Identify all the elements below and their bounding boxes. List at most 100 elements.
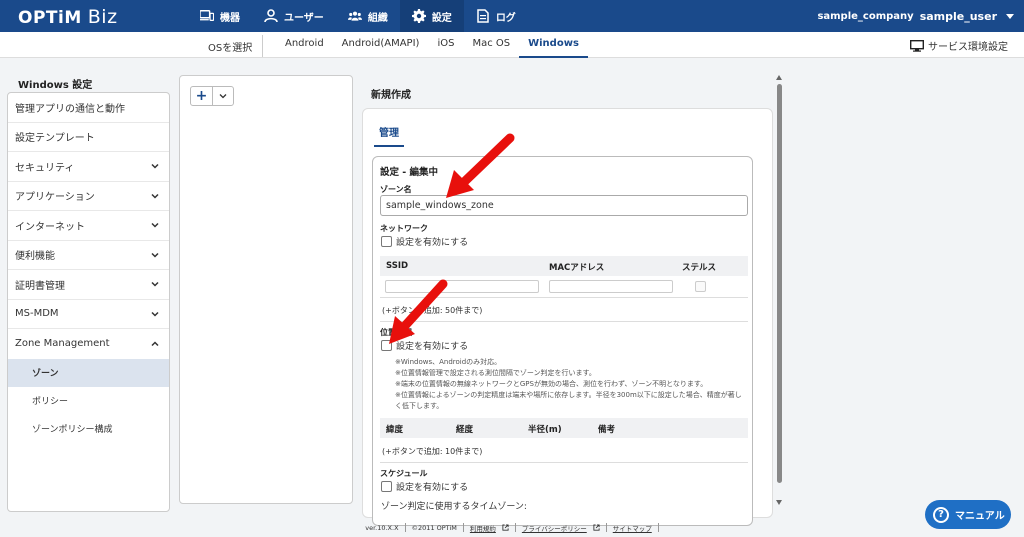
sidebar-item-label: 設定テンプレート [15,133,95,145]
column-stealth: ステルス [682,263,717,273]
chevron-down-icon [151,223,159,228]
tab-ios[interactable]: iOS [428,32,463,58]
sitemap-link[interactable]: サイトマップ [613,523,652,533]
nav-organization-label: 組織 [367,12,388,24]
group-icon [347,11,362,21]
network-enable-row: 設定を有効にする [381,235,468,248]
network-enable-label: 設定を有効にする [396,238,469,248]
sidebar-item-label: セキュリティ [15,162,75,174]
logo-text: OPTiM [18,8,82,28]
location-enable-checkbox[interactable] [381,340,392,351]
mac-address-input[interactable] [549,280,673,293]
monitor-icon [910,39,924,52]
sidebar-item-app-communication[interactable]: 管理アプリの通信と動作 [8,93,169,123]
divider [514,523,516,532]
zone-name-input[interactable]: sample_windows_zone [380,195,748,216]
external-link-icon [502,524,509,531]
sidebar-item-security[interactable]: セキュリティ [8,152,169,182]
nav-settings-label: 設定 [431,12,452,24]
scroll-thumb[interactable] [777,84,782,483]
tab-macos[interactable]: Mac OS [463,32,519,58]
devices-icon [200,10,214,21]
chevron-down-icon [219,94,227,99]
divider [380,462,748,463]
sidebar-item-label: 証明書管理 [15,280,65,292]
nav-settings[interactable]: 設定 [399,0,464,32]
chevron-down-icon [151,193,159,199]
privacy-link[interactable]: プライバシーポリシー [522,523,587,533]
nav-log-label: ログ [495,12,516,24]
location-note-4: ※位置情報によるゾーンの判定精度は端末や場所に依存します。半径を300m以下に設… [395,391,742,410]
location-enable-row: 設定を有効にする [381,339,468,352]
nav-devices[interactable]: 機器 [188,0,252,32]
sidebar-item-convenience[interactable]: 便利機能 [8,241,169,270]
sidebar-item-settings-template[interactable]: 設定テンプレート [8,123,169,152]
divider [404,523,406,532]
add-button[interactable]: + [191,87,213,105]
gear-icon [411,9,426,23]
sidebar-item-label: インターネット [15,221,85,233]
page-scrollbar[interactable] [776,75,784,505]
stealth-checkbox[interactable] [695,281,706,292]
sidebar-item-label: 管理アプリの通信と動作 [15,103,125,115]
column-radius: 半径(m) [528,425,562,435]
sidebar-subitem-policy[interactable]: ポリシー [8,387,169,415]
nav-log[interactable]: ログ [464,0,528,32]
scroll-up-icon[interactable] [776,75,782,80]
nav-users-label: ユーザー [284,12,324,24]
schedule-enable-checkbox[interactable] [381,481,392,492]
location-limit-note: (+ボタンで追加: 10件まで) [382,447,483,456]
location-table-header: 緯度 経度 半径(m) 備考 [380,418,748,438]
chevron-down-icon [151,282,159,287]
network-enable-checkbox[interactable] [381,236,392,247]
product-name: Biz [87,6,118,28]
ssid-input[interactable] [385,280,539,293]
scroll-down-icon[interactable] [776,500,782,505]
tab-android[interactable]: Android [276,32,333,58]
schedule-label: スケジュール [380,469,428,478]
add-dropdown-button[interactable] [213,87,233,105]
chevron-down-icon [151,164,159,169]
user-name: sample_user [919,9,997,23]
sidebar-subitem-zone-policy-config[interactable]: ゾーンポリシー構成 [8,415,169,443]
nav-organization[interactable]: 組織 [336,0,400,32]
column-ssid: SSID [386,261,409,271]
schedule-enable-label: 設定を有効にする [396,483,469,493]
tab-management[interactable]: 管理 [374,124,404,147]
location-notes: ※Windows、Androidのみ対応。 ※位置情報管理で設定される測位間隔で… [395,357,747,412]
edit-card: 管理 設定 - 編集中 ゾーン名 sample_windows_zone ネット… [362,108,773,526]
sidebar-item-ms-mdm[interactable]: MS-MDM [8,300,169,329]
terms-link[interactable]: 利用規約 [470,523,496,533]
nav-users[interactable]: ユーザー [252,0,336,32]
footer: ver.10.X.X ©2011 OPTiM 利用規約 プライバシーポリシー サ… [0,518,1024,537]
column-latitude: 緯度 [386,425,404,435]
timezone-label: ゾーン判定に使用するタイムゾーン: [381,502,527,512]
edit-form: 設定 - 編集中 ゾーン名 sample_windows_zone ネットワーク… [372,156,753,526]
sidebar-subitem-zone[interactable]: ゾーン [8,358,169,387]
log-icon [477,9,489,23]
zone-name-label: ゾーン名 [380,185,412,194]
copyright-text: ©2011 OPTiM [411,523,457,532]
os-select-label: OSを選択 [208,43,253,54]
sidebar-title: Windows 設定 [18,80,93,91]
sidebar-item-label: 便利機能 [15,251,55,263]
caret-down-icon [1006,13,1014,19]
sidebar-item-certificate[interactable]: 証明書管理 [8,270,169,300]
os-select-bar: OSを選択 Android Android(AMAPI) iOS Mac OS … [0,32,1024,58]
divider [605,523,607,532]
service-setting-link[interactable]: サービス環境設定 [910,38,1008,53]
sidebar-item-label: MS-MDM [15,308,59,320]
top-navigation-bar: OPTiM Biz 機器 ユーザー 組織 設定 ログ sample_company… [0,0,1024,32]
optim-biz-logo[interactable]: OPTiM Biz [18,6,118,28]
sidebar-item-internet[interactable]: インターネット [8,211,169,241]
settings-sidebar: 管理アプリの通信と動作 設定テンプレート セキュリティ アプリケーション インタ… [7,92,170,512]
account-menu[interactable]: sample_company sample_user [817,0,1014,32]
tab-windows[interactable]: Windows [519,32,588,58]
tab-android-amapi[interactable]: Android(AMAPI) [333,32,429,58]
sidebar-item-zone-management[interactable]: Zone Management [8,329,169,359]
company-name: sample_company [817,10,914,22]
sidebar-item-application[interactable]: アプリケーション [8,182,169,211]
column-remarks: 備考 [598,425,616,435]
manual-button[interactable]: ? マニュアル [925,500,1011,529]
divider [380,321,748,322]
